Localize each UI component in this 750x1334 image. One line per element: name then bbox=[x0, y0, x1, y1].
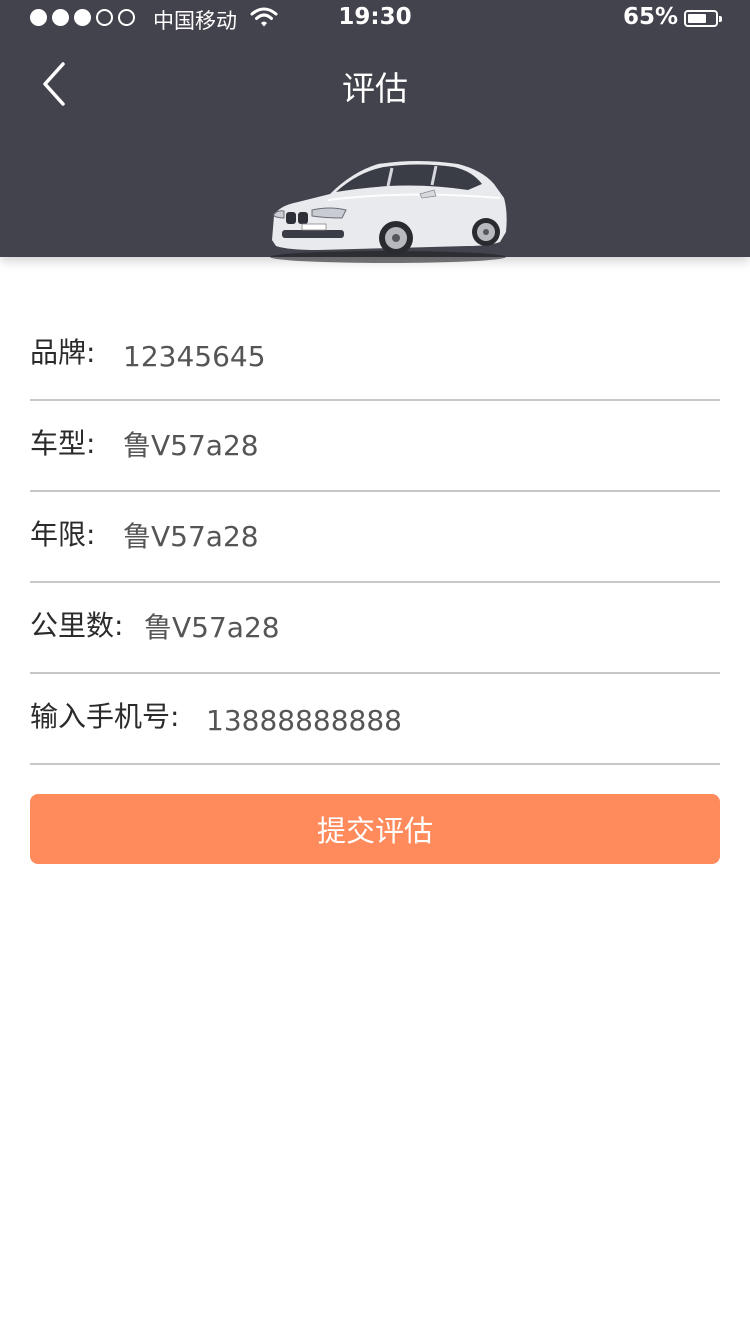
status-bar: 中国移动 19:30 65% bbox=[0, 0, 750, 36]
mileage-value[interactable]: 鲁V57a28 bbox=[144, 606, 280, 646]
evaluation-form: 品牌: 12345645 车型: 鲁V57a28 年限: 鲁V57a28 公里数… bbox=[30, 310, 720, 765]
car-photo bbox=[270, 161, 507, 263]
model-value[interactable]: 鲁V57a28 bbox=[123, 424, 259, 464]
model-row[interactable]: 车型: 鲁V57a28 bbox=[30, 401, 720, 492]
mileage-label: 公里数: bbox=[30, 609, 124, 642]
model-label: 车型: bbox=[30, 427, 96, 460]
phone-input[interactable]: 13888888888 bbox=[206, 704, 402, 737]
brand-label: 品牌: bbox=[30, 336, 96, 369]
years-row[interactable]: 年限: 鲁V57a28 bbox=[30, 492, 720, 583]
years-value[interactable]: 鲁V57a28 bbox=[123, 515, 259, 555]
phone-label: 输入手机号: bbox=[30, 700, 180, 733]
submit-evaluation-button[interactable]: 提交评估 bbox=[30, 794, 720, 864]
page-title: 评估 bbox=[342, 69, 408, 108]
years-label: 年限: bbox=[30, 518, 96, 551]
brand-value[interactable]: 12345645 bbox=[123, 340, 266, 373]
battery-tip bbox=[719, 16, 722, 22]
battery-icon bbox=[684, 10, 722, 27]
battery-level bbox=[688, 14, 706, 23]
battery-percent: 65% bbox=[622, 4, 678, 30]
phone-row[interactable]: 输入手机号: 13888888888 bbox=[30, 674, 720, 765]
mileage-row[interactable]: 公里数: 鲁V57a28 bbox=[30, 583, 720, 674]
header: 中国移动 19:30 65% 评估 bbox=[0, 0, 750, 263]
brand-row[interactable]: 品牌: 12345645 bbox=[30, 310, 720, 401]
